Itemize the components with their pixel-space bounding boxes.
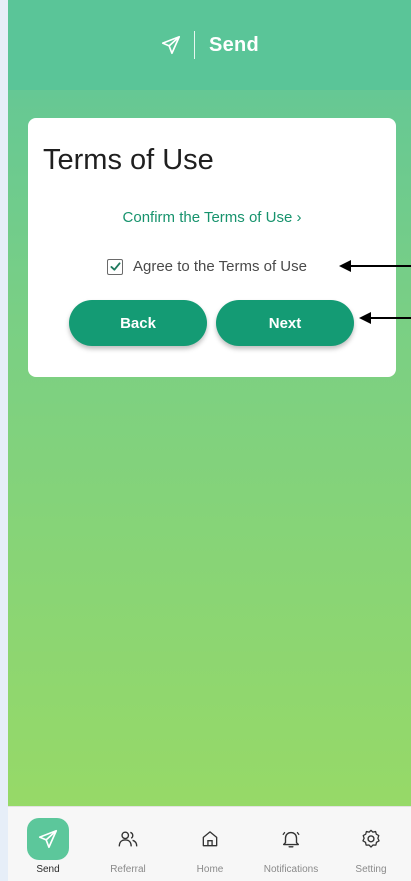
tab-referral[interactable]: Referral (88, 807, 168, 881)
send-icon (161, 35, 181, 55)
agree-terms-checkbox[interactable] (107, 258, 123, 275)
header-bar: Send (8, 0, 411, 90)
tab-send-label: Send (36, 864, 60, 875)
confirm-terms-link[interactable]: Confirm the Terms of Use › (28, 209, 396, 226)
gear-icon (362, 829, 380, 848)
home-icon (202, 831, 218, 847)
checkmark-icon (109, 262, 121, 271)
tab-referral-icon-box (107, 818, 149, 860)
page-title: Terms of Use (43, 144, 214, 176)
tab-setting-icon-box (350, 818, 392, 860)
next-button[interactable]: Next (216, 300, 354, 346)
confirm-terms-link-label: Confirm the Terms of Use (122, 209, 293, 226)
tab-home-label: Home (196, 864, 224, 875)
tab-setting[interactable]: Setting (331, 807, 411, 881)
bell-icon (282, 831, 300, 848)
bottom-tab-bar: Send Referral Home Notifications Setting (8, 806, 411, 881)
tab-send-icon-box (27, 818, 69, 860)
tab-home-icon-box (189, 818, 231, 860)
tab-setting-label: Setting (355, 864, 387, 875)
back-button[interactable]: Back (69, 300, 207, 346)
tab-send[interactable]: Send (8, 807, 88, 881)
tab-referral-label: Referral (110, 864, 146, 875)
header-title: Send (208, 33, 260, 56)
terms-card: Terms of Use Confirm the Terms of Use › … (28, 118, 396, 377)
agree-terms-label: Agree to the Terms of Use (133, 258, 307, 275)
send-icon (38, 829, 58, 849)
chevron-right-icon: › (292, 209, 302, 226)
tab-notifications-icon-box (270, 818, 312, 860)
people-icon (118, 831, 138, 847)
tab-notifications-label: Notifications (263, 864, 319, 875)
annotation-arrow-next (359, 312, 411, 324)
tab-home[interactable]: Home (170, 807, 250, 881)
annotation-arrow-checkbox (339, 260, 411, 272)
header-divider (193, 31, 195, 59)
tab-notifications[interactable]: Notifications (251, 807, 331, 881)
app-screen: Send Terms of Use Confirm the Terms of U… (8, 0, 411, 881)
agree-terms-checkbox-row[interactable]: Agree to the Terms of Use (107, 258, 307, 275)
